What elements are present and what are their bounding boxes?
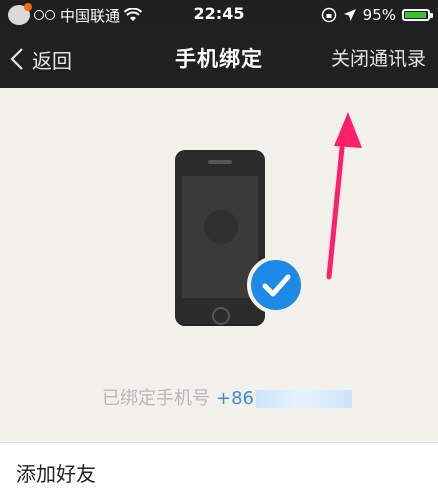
- annotation-arrow: [326, 112, 362, 280]
- add-friends-label: 添加好友: [16, 461, 96, 486]
- add-friends-row[interactable]: 添加好友: [0, 442, 438, 501]
